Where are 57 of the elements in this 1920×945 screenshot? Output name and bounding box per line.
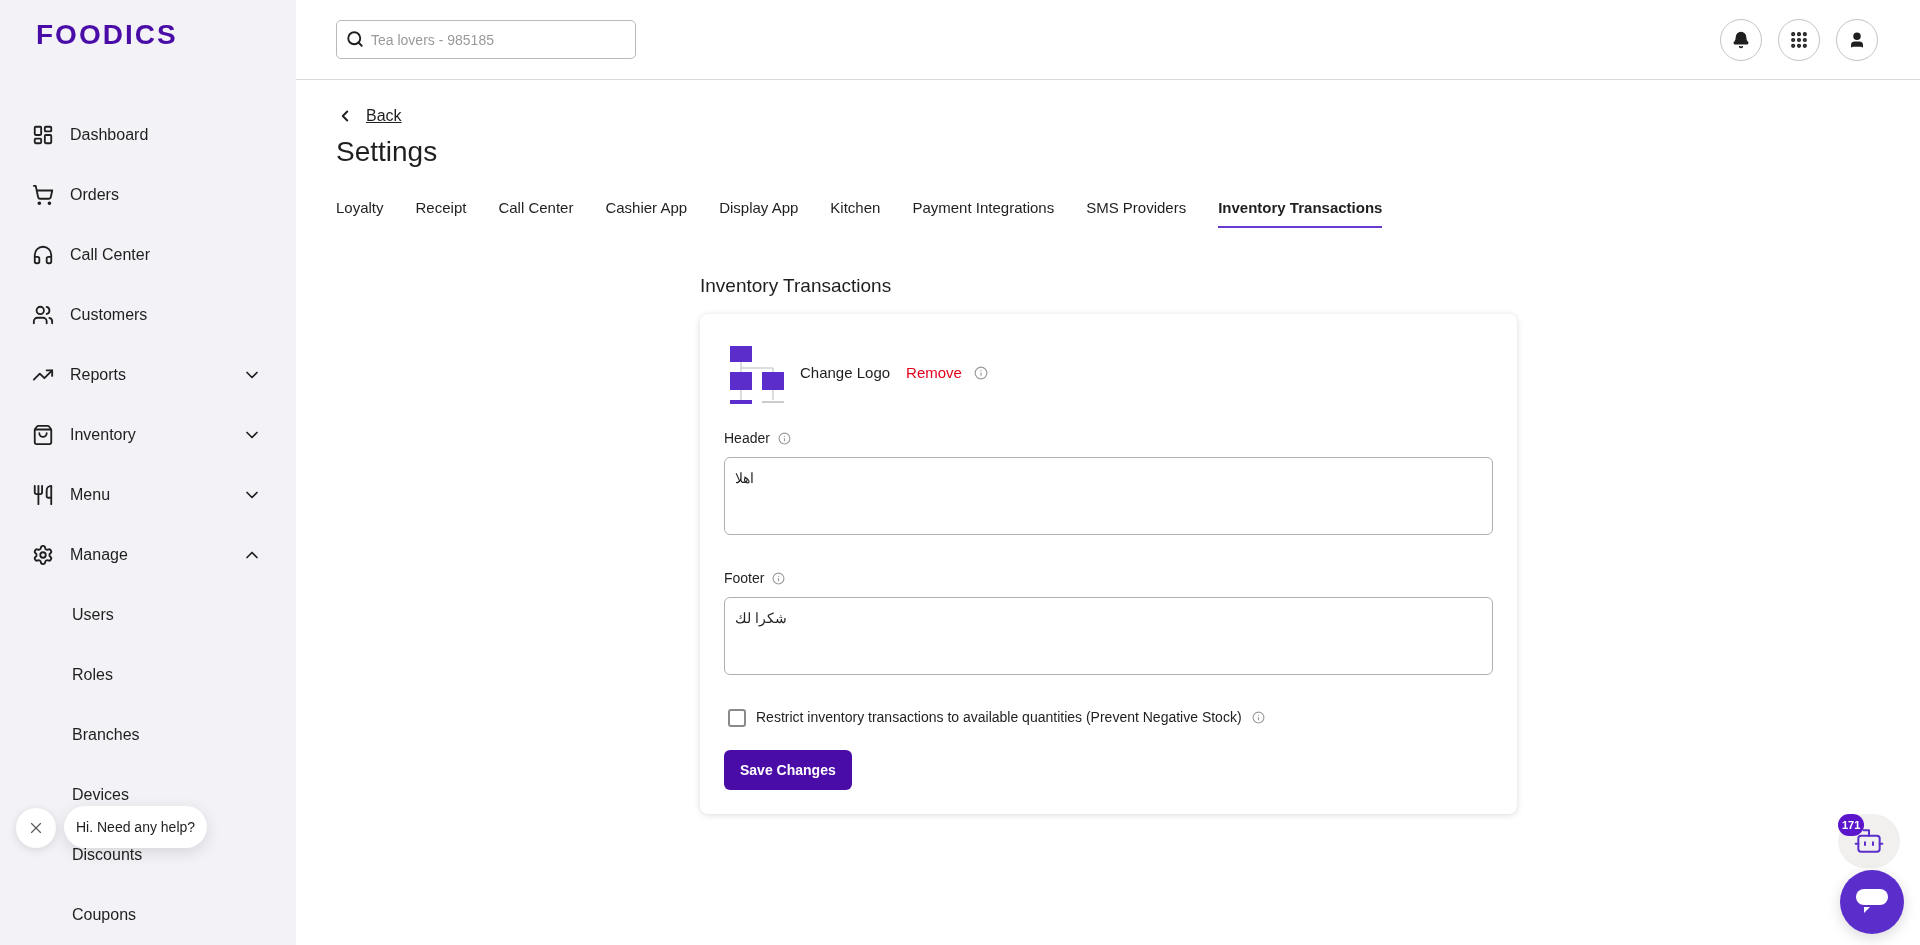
sidebar-item[interactable]: Manage	[0, 525, 296, 585]
tab[interactable]: SMS Providers	[1086, 197, 1187, 228]
tab[interactable]: Kitchen	[830, 197, 881, 228]
notification-badge: 171	[1838, 814, 1865, 836]
sidebar-item[interactable]: Menu	[0, 465, 296, 525]
bell-icon	[1732, 30, 1750, 49]
utensils-icon	[32, 484, 54, 506]
tab[interactable]: Inventory Transactions	[1218, 197, 1383, 228]
tab[interactable]: Call Center	[498, 197, 574, 228]
sidebar-subitem[interactable]: Devices	[72, 785, 129, 805]
search-field[interactable]: Tea lovers - 985185	[336, 20, 636, 59]
sidebar-item[interactable]: Orders	[0, 165, 296, 225]
sidebar-subitem[interactable]: Roles	[72, 665, 113, 685]
field-label: Footer	[724, 569, 765, 588]
sidebar-item[interactable]: Call Center	[0, 225, 296, 285]
grid-icon	[1789, 29, 1809, 50]
sidebar-subitem[interactable]: Coupons	[72, 905, 137, 925]
help-tooltip[interactable]: Hi. Need any help?	[64, 806, 208, 848]
checkbox-label: Restrict inventory transactions to available quantities (Prevent Negative Stock)	[756, 708, 1242, 727]
chat-bubble-icon	[1856, 889, 1888, 915]
tab[interactable]: Payment Integrations	[912, 197, 1055, 228]
info-icon	[1251, 711, 1265, 724]
brand-logo[interactable]: FOODICS	[36, 13, 178, 56]
dashboard-icon	[32, 124, 54, 146]
info-icon	[973, 366, 988, 380]
save-changes-button[interactable]: Save Changes	[724, 750, 852, 790]
header-field[interactable]: اهلا	[724, 457, 1493, 535]
field-label: Header	[724, 429, 770, 448]
sidebar-item[interactable]: Customers	[0, 285, 296, 345]
footer-field[interactable]: شكرا لك	[724, 597, 1493, 675]
sidebar-item[interactable]: Inventory	[0, 405, 296, 465]
tab[interactable]: Receipt	[415, 197, 467, 228]
tab[interactable]: Cashier App	[605, 197, 688, 228]
sidebar-item[interactable]: Dashboard	[0, 105, 296, 165]
gear-icon	[32, 544, 54, 566]
page-title: Settings	[336, 135, 439, 169]
search-icon	[346, 30, 364, 48]
user-icon	[1848, 30, 1866, 49]
headset-icon	[32, 244, 54, 266]
people-icon	[32, 304, 54, 326]
tab[interactable]: Display App	[719, 197, 799, 228]
bag-icon	[32, 424, 54, 446]
chatbot-button[interactable]: 171	[1838, 814, 1900, 868]
info-icon	[772, 572, 786, 585]
chat-button[interactable]	[1840, 870, 1904, 934]
section-title: Inventory Transactions	[700, 273, 893, 298]
tab[interactable]: Loyalty	[336, 197, 384, 228]
sidebar-subitem[interactable]: Users	[72, 605, 114, 625]
sidebar-item[interactable]: Reports	[0, 345, 296, 405]
checkbox[interactable]	[728, 708, 746, 727]
back-link[interactable]: Back	[336, 104, 402, 128]
sidebar-subitem[interactable]: Discounts	[72, 845, 143, 865]
sidebar-subitem[interactable]: Branches	[72, 725, 140, 745]
cart-icon	[32, 184, 54, 206]
remove-button[interactable]: Remove	[906, 361, 962, 385]
info-icon	[777, 432, 791, 445]
change-logo-button[interactable]: Change Logo	[800, 361, 891, 385]
